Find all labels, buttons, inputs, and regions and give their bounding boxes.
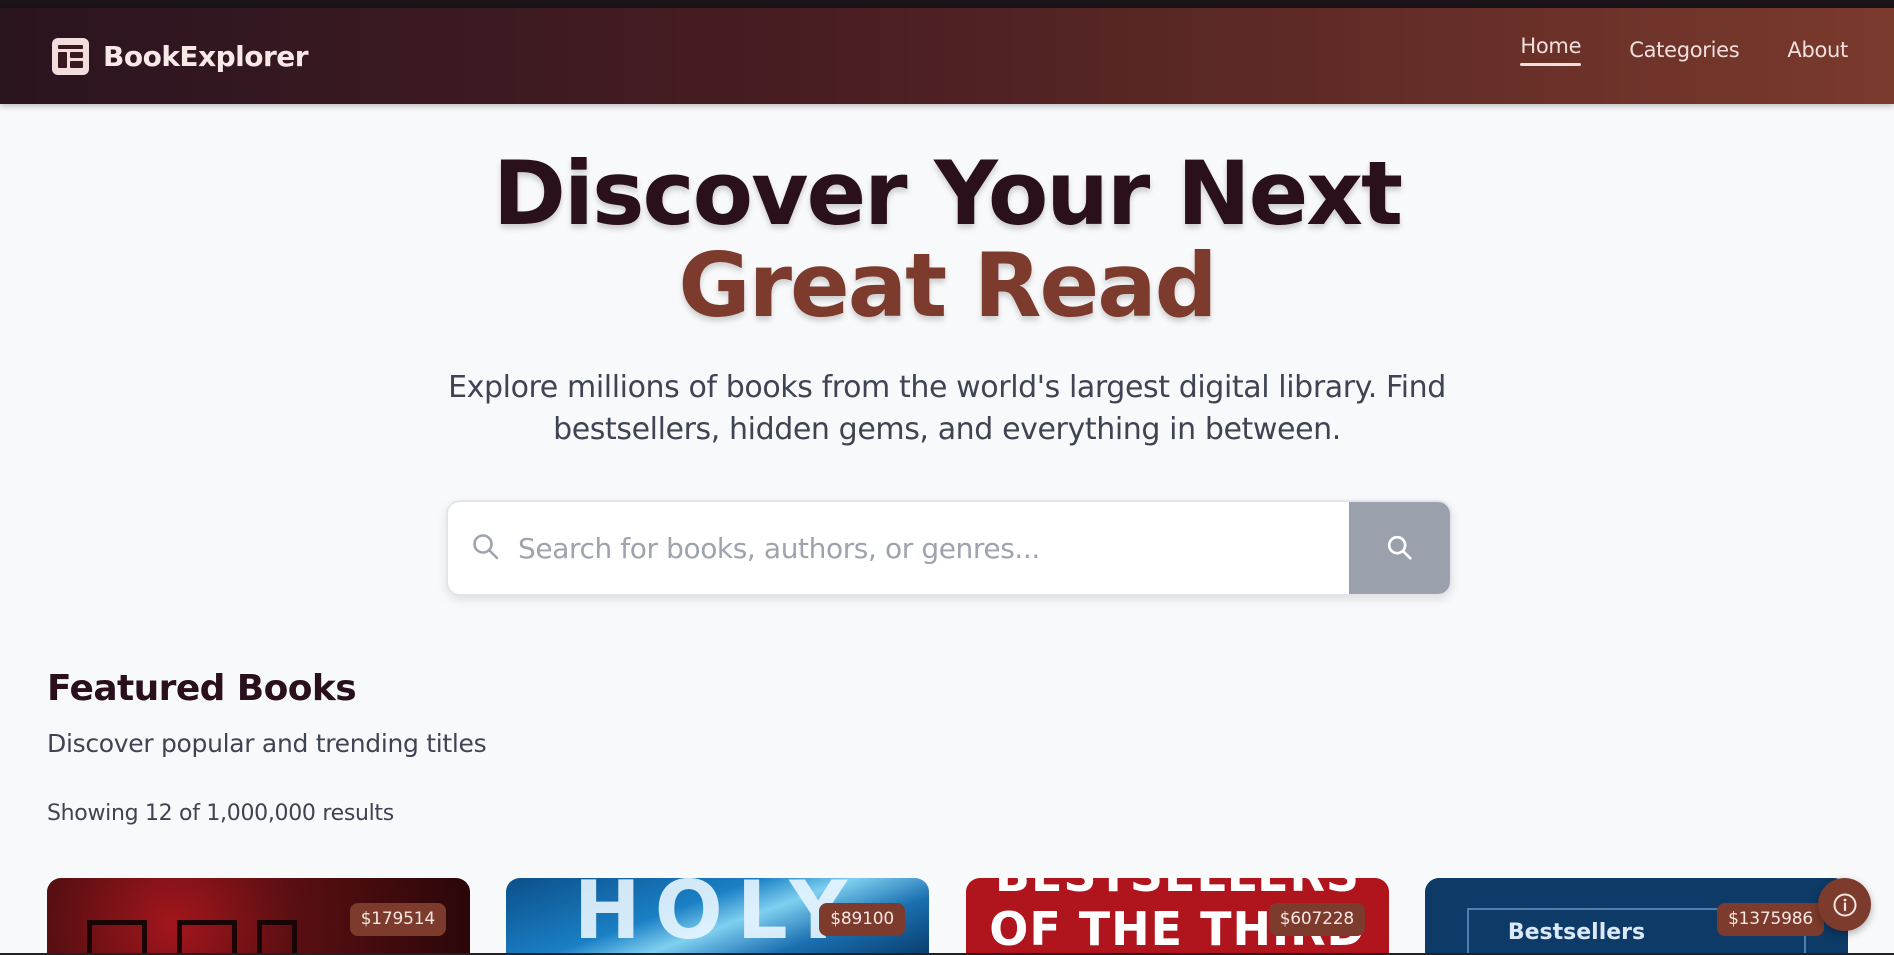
search-icon xyxy=(1387,535,1412,560)
hero-title-main: Discover Your Next xyxy=(492,142,1403,245)
top-navbar: BookExplorer Home Categories About xyxy=(0,8,1894,104)
hero-subtitle: Explore millions of books from the world… xyxy=(448,370,1446,447)
brand-logo[interactable]: BookExplorer xyxy=(52,36,309,76)
newspaper-layout-icon xyxy=(52,37,89,75)
price-badge: $179514 xyxy=(349,903,446,936)
nav-link-categories[interactable]: Categories xyxy=(1629,38,1740,68)
search-submit-button[interactable] xyxy=(1349,502,1450,594)
nav-link-about[interactable]: About xyxy=(1787,38,1848,68)
brand-name: BookExplorer xyxy=(103,39,309,73)
price-badge: $607228 xyxy=(1268,903,1365,936)
price-badge: $1375986 xyxy=(1717,903,1824,936)
nav-link-home[interactable]: Home xyxy=(1520,34,1582,66)
book-card[interactable]: BESTSELLERS OF THE THIRD $607228 xyxy=(966,878,1389,955)
book-card[interactable]: HOLY $89100 xyxy=(506,878,929,955)
featured-books-title: Featured Books xyxy=(47,668,357,709)
search-bar xyxy=(446,500,1452,596)
featured-books-subtitle: Discover popular and trending titles xyxy=(47,729,487,758)
price-badge: $89100 xyxy=(819,903,905,936)
main-nav: Home Categories About xyxy=(1472,34,1848,68)
search-icon xyxy=(473,534,499,560)
window-top-border xyxy=(0,0,1894,8)
hero-title-accent: Great Read xyxy=(678,234,1217,337)
hero-title: Discover Your Next Great Read xyxy=(347,148,1547,332)
info-icon xyxy=(1833,893,1856,916)
info-button[interactable] xyxy=(1818,878,1871,931)
book-card[interactable]: $179514 xyxy=(47,878,470,955)
results-count: Showing 12 of 1,000,000 results xyxy=(47,801,394,826)
search-input[interactable] xyxy=(518,502,1318,594)
book-card[interactable]: Bestsellers $1375986 xyxy=(1425,878,1848,955)
